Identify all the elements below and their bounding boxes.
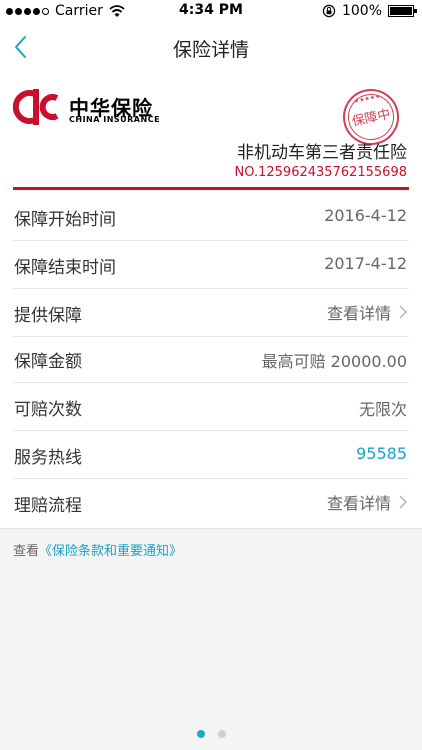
battery-icon bbox=[388, 5, 417, 17]
row-value: 最高可赔 20000.00 bbox=[261, 352, 407, 371]
china-insurance-logo-icon bbox=[13, 89, 59, 125]
battery-percent: 100% bbox=[341, 3, 382, 19]
brand-name-en: CHINA INSURANCE bbox=[69, 115, 161, 124]
status-bar: Carrier 4:34 PM 100% bbox=[0, 0, 422, 22]
page-dot[interactable] bbox=[217, 730, 226, 738]
chevron-right-icon bbox=[399, 495, 408, 509]
row-service-hotline: 服务热线 95585 bbox=[13, 430, 409, 479]
row-label: 提供保障 bbox=[14, 306, 82, 326]
view-details-link[interactable]: 查看详情 bbox=[327, 490, 409, 514]
row-coverage-start: 保障开始时间 2016-4-12 bbox=[13, 192, 409, 241]
notice-prefix: 查看 bbox=[13, 544, 40, 559]
row-value: 2017-4-12 bbox=[324, 254, 407, 273]
row-label: 可赔次数 bbox=[14, 400, 82, 420]
battery-fill bbox=[390, 7, 412, 15]
page-title: 保险详情 bbox=[172, 39, 249, 61]
stamp-text: 保障中 bbox=[351, 107, 392, 130]
policy-number: NO.125962435762155698 bbox=[234, 165, 407, 180]
row-coverage-amount: 保障金额 最高可赔 20000.00 bbox=[13, 334, 409, 383]
row-claim-times: 可赔次数 无限次 bbox=[13, 382, 409, 431]
battery-tip bbox=[414, 9, 417, 13]
hotline-link[interactable]: 95585 bbox=[356, 444, 407, 463]
terms-notice: 查看《保险条款和重要通知》 bbox=[13, 540, 182, 559]
orientation-lock-icon bbox=[322, 4, 336, 18]
nav-bar: 保险详情 bbox=[0, 22, 422, 73]
status-bar-right: 100% bbox=[322, 3, 417, 19]
terms-link[interactable]: 《保险条款和重要通知》 bbox=[39, 544, 182, 559]
row-value: 无限次 bbox=[358, 400, 407, 419]
view-details-text: 查看详情 bbox=[326, 304, 391, 323]
row-label: 保障金额 bbox=[14, 352, 82, 372]
row-provided-coverage[interactable]: 提供保障 查看详情 bbox=[13, 288, 409, 337]
chevron-right-icon bbox=[399, 305, 408, 319]
row-label: 服务热线 bbox=[14, 448, 82, 468]
view-details-link[interactable]: 查看详情 bbox=[327, 300, 409, 324]
row-value: 2016-4-12 bbox=[324, 206, 407, 225]
insurance-type: 非机动车第三者责任险 bbox=[237, 143, 407, 163]
row-label: 保障开始时间 bbox=[14, 210, 116, 230]
row-coverage-end: 保障结束时间 2017-4-12 bbox=[13, 240, 409, 289]
row-label: 理赔流程 bbox=[14, 496, 82, 516]
page-indicator bbox=[0, 730, 422, 738]
header-divider bbox=[13, 187, 409, 190]
policy-card: 中华保险 CHINA INSURANCE ★★★★★ 保障中 非机动车第三者责任… bbox=[0, 72, 422, 529]
row-claim-process[interactable]: 理赔流程 查看详情 bbox=[13, 478, 409, 526]
row-label: 保障结束时间 bbox=[14, 258, 116, 278]
view-details-text: 查看详情 bbox=[326, 494, 391, 513]
page-dot[interactable] bbox=[196, 730, 205, 738]
